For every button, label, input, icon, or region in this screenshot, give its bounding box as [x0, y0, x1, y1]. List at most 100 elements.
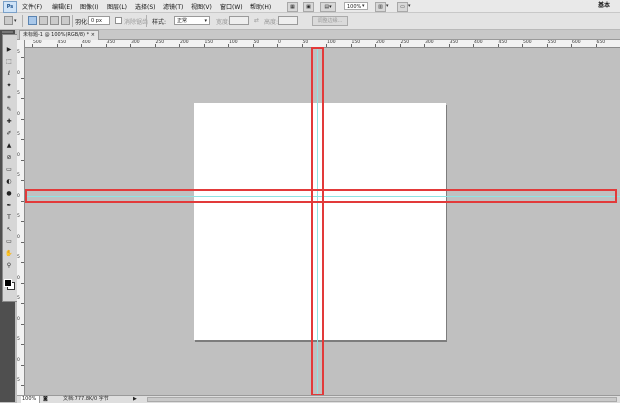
ruler-v-tick [21, 344, 24, 345]
ruler-v-label: 0 [17, 316, 20, 322]
horizontal-scrollbar[interactable] [147, 397, 617, 402]
menu-view[interactable]: 视图(V) [191, 2, 212, 11]
ruler-v-tick [21, 139, 24, 140]
ruler-h-label: 400 [82, 40, 91, 45]
tool-icon[interactable]: ⌗ [4, 94, 14, 102]
extras-icon[interactable]: ▤▾ [320, 2, 336, 12]
marquee-preset-icon[interactable] [4, 16, 13, 25]
tool-icon[interactable]: ✚ [4, 118, 14, 126]
tool-icon[interactable]: ▶ [4, 46, 14, 54]
vertical-ruler[interactable]: 5 0 5 0 5 0 5 0 5 0 5 0 5 0 5 0 5 [17, 40, 25, 395]
tool-icon[interactable]: ▭ [4, 238, 14, 246]
menu-image[interactable]: 图像(I) [80, 2, 98, 11]
ruler-v-tick [21, 282, 24, 284]
document-tab[interactable]: 未标题-1 @ 100%(RGB/8) * × [19, 30, 99, 40]
tool-icon[interactable]: ● [4, 190, 14, 198]
ruler-h-label: 300 [131, 40, 140, 45]
menu-file[interactable]: 文件(F) [22, 2, 42, 11]
height-input[interactable] [278, 16, 298, 25]
tool-icon[interactable]: ⊘ [4, 154, 14, 162]
menu-layer[interactable]: 图层(L) [107, 2, 127, 11]
ruler-h-tick [522, 44, 523, 47]
tool-icon[interactable]: ◐ [4, 178, 14, 186]
ruler-v-tick [21, 323, 24, 325]
style-select[interactable]: 正常 ▾ [174, 16, 210, 25]
menu-help[interactable]: 帮助(H) [250, 2, 271, 11]
ruler-h-label: 100 [327, 40, 336, 45]
arrange-docs-icon[interactable]: ▥ [375, 2, 386, 12]
ruler-v-tick [21, 303, 24, 304]
subtract-selection-icon[interactable] [50, 16, 59, 25]
ruler-v-label: 0 [17, 234, 20, 240]
ruler-h-label: 350 [449, 40, 459, 45]
feather-label: 羽化: [75, 19, 90, 26]
tool-icon[interactable]: ↖ [4, 226, 14, 234]
width-input[interactable] [229, 16, 249, 25]
tools-panel-grip[interactable] [2, 31, 13, 33]
ruler-h-tick [56, 44, 58, 47]
ruler-h-label: 500 [33, 40, 42, 45]
tool-icon[interactable]: ✐ [4, 130, 14, 138]
close-icon[interactable]: × [91, 32, 95, 38]
chevron-down-icon: ▾ [204, 18, 207, 24]
ruler-h-label: 550 [547, 40, 557, 45]
tool-icon[interactable]: ▭ [4, 166, 14, 174]
ruler-v-label: 5 [17, 337, 20, 342]
refine-edge-button[interactable]: 调整边缘... [312, 16, 348, 26]
intersect-selection-icon[interactable] [61, 16, 70, 25]
ruler-v-tick [21, 180, 24, 181]
ruler-h-label: 50 [253, 40, 260, 45]
menu-edit[interactable]: 编辑(E) [52, 2, 72, 11]
screen-mode-dropdown-icon[interactable]: ▾ [408, 3, 411, 9]
menu-select[interactable]: 选择(S) [135, 2, 156, 11]
ruler-h-tick [326, 44, 327, 47]
new-selection-icon[interactable] [28, 16, 37, 25]
screen-mode-icon[interactable]: ▭ [397, 2, 408, 12]
ruler-h-label: 600 [572, 40, 581, 45]
style-label: 样式: [152, 19, 167, 26]
swap-icon[interactable]: ⇄ [254, 17, 259, 24]
tool-icon[interactable]: ✦ [4, 82, 14, 90]
foreground-color-swatch[interactable] [4, 279, 12, 287]
minibridge-icon[interactable]: ▣ [303, 2, 314, 12]
tool-icon[interactable]: ✎ [4, 106, 14, 114]
tool-icon[interactable]: T [4, 214, 14, 222]
ruler-h-label: 350 [106, 40, 116, 45]
feather-input[interactable]: 0 px [88, 16, 110, 25]
tool-icon[interactable]: ✋ [4, 250, 14, 258]
separator [72, 15, 73, 27]
ruler-h-tick [571, 44, 572, 47]
antialias-checkbox[interactable] [115, 17, 122, 24]
menu-window[interactable]: 窗口(W) [220, 2, 243, 11]
ruler-h-label: 500 [523, 40, 532, 45]
menu-filter[interactable]: 滤镜(T) [163, 2, 183, 11]
ruler-v-label: 5 [17, 91, 20, 96]
tool-icon[interactable]: ▲ [4, 142, 14, 150]
ruler-h-label: 200 [180, 40, 189, 45]
preset-dropdown-icon[interactable]: ▾ [14, 18, 17, 24]
ruler-h-label: 450 [57, 40, 67, 45]
tool-icon[interactable]: ✒ [4, 202, 14, 210]
workspace-switcher[interactable]: 基本 [590, 1, 618, 11]
options-bar: ▾ 羽化: 0 px 消除锯齿 样式: 正常 ▾ 宽度: ⇄ 高度: 调整边缘..… [0, 13, 620, 30]
horizontal-guide-highlight [25, 189, 617, 203]
add-selection-icon[interactable] [39, 16, 48, 25]
ruler-h-tick [105, 44, 107, 47]
ruler-v-label: 5 [17, 214, 20, 219]
ruler-h-tick [179, 44, 180, 47]
tool-icon[interactable]: ℓ [4, 70, 14, 78]
height-label: 高度: [264, 19, 279, 26]
ruler-v-tick [21, 118, 24, 120]
bridge-icon[interactable]: ▦ [287, 2, 298, 12]
ruler-h-label: 150 [204, 40, 214, 45]
zoom-dropdown-icon[interactable]: ▾ [362, 3, 365, 9]
ruler-h-label: 250 [400, 40, 410, 45]
tool-icon[interactable]: ⚲ [4, 262, 14, 270]
tool-icon[interactable]: ⬚ [4, 58, 14, 66]
style-select-value: 正常 [177, 18, 188, 24]
ruler-v-tick [21, 200, 24, 202]
ruler-h-label: 650 [596, 40, 606, 45]
arrange-dropdown-icon[interactable]: ▾ [386, 3, 389, 9]
ruler-h-tick [154, 44, 156, 47]
ruler-h-tick [228, 44, 229, 47]
